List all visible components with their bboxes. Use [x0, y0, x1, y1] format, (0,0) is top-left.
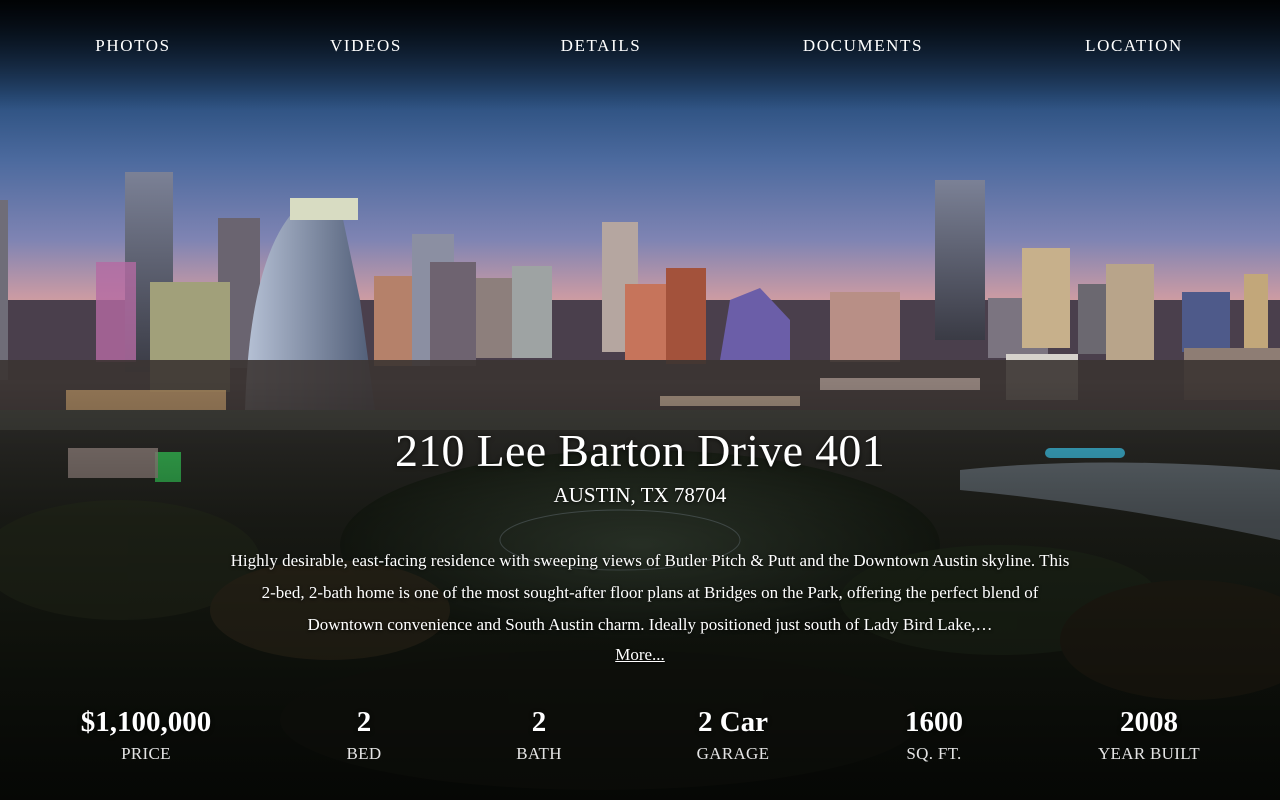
- stat-price: $1,100,000 PRICE: [36, 704, 256, 768]
- hero-section: PHOTOS VIDEOS DETAILS DOCUMENTS LOCATION…: [0, 0, 1280, 800]
- stat-bath: 2 BATH: [429, 704, 649, 768]
- stat-sqft: 1600 SQ. FT.: [824, 704, 1044, 768]
- more-link-wrapper: More...: [0, 645, 1280, 665]
- stat-label: GARAGE: [696, 744, 770, 763]
- stat-value: 2: [531, 706, 547, 738]
- more-link[interactable]: More...: [615, 645, 665, 664]
- stat-garage: 2 Car GARAGE: [623, 704, 843, 768]
- stat-value: 2 Car: [697, 706, 769, 738]
- nav-documents[interactable]: DOCUMENTS: [803, 36, 923, 56]
- stat-value: 1600: [905, 706, 963, 738]
- stat-value: 2008: [1120, 706, 1178, 738]
- property-city-line: AUSTIN, TX 78704: [553, 483, 727, 507]
- property-address: 210 Lee Barton Drive 401: [394, 425, 886, 476]
- property-description: Highly desirable, east-facing residence …: [230, 551, 1070, 634]
- hero-overlay: [0, 0, 1280, 800]
- stat-label: BATH: [516, 744, 562, 763]
- nav-photos[interactable]: PHOTOS: [95, 36, 170, 56]
- stat-year-built: 2008 YEAR BUILT: [1039, 704, 1259, 768]
- stat-label: SQ. FT.: [906, 744, 962, 763]
- stat-value: $1,100,000: [80, 706, 212, 738]
- nav-location[interactable]: LOCATION: [1085, 36, 1183, 56]
- top-navigation: PHOTOS VIDEOS DETAILS DOCUMENTS LOCATION: [0, 0, 1280, 92]
- stat-label: PRICE: [121, 744, 171, 763]
- nav-details[interactable]: DETAILS: [561, 36, 642, 56]
- stat-label: YEAR BUILT: [1097, 744, 1200, 763]
- nav-videos[interactable]: VIDEOS: [330, 36, 402, 56]
